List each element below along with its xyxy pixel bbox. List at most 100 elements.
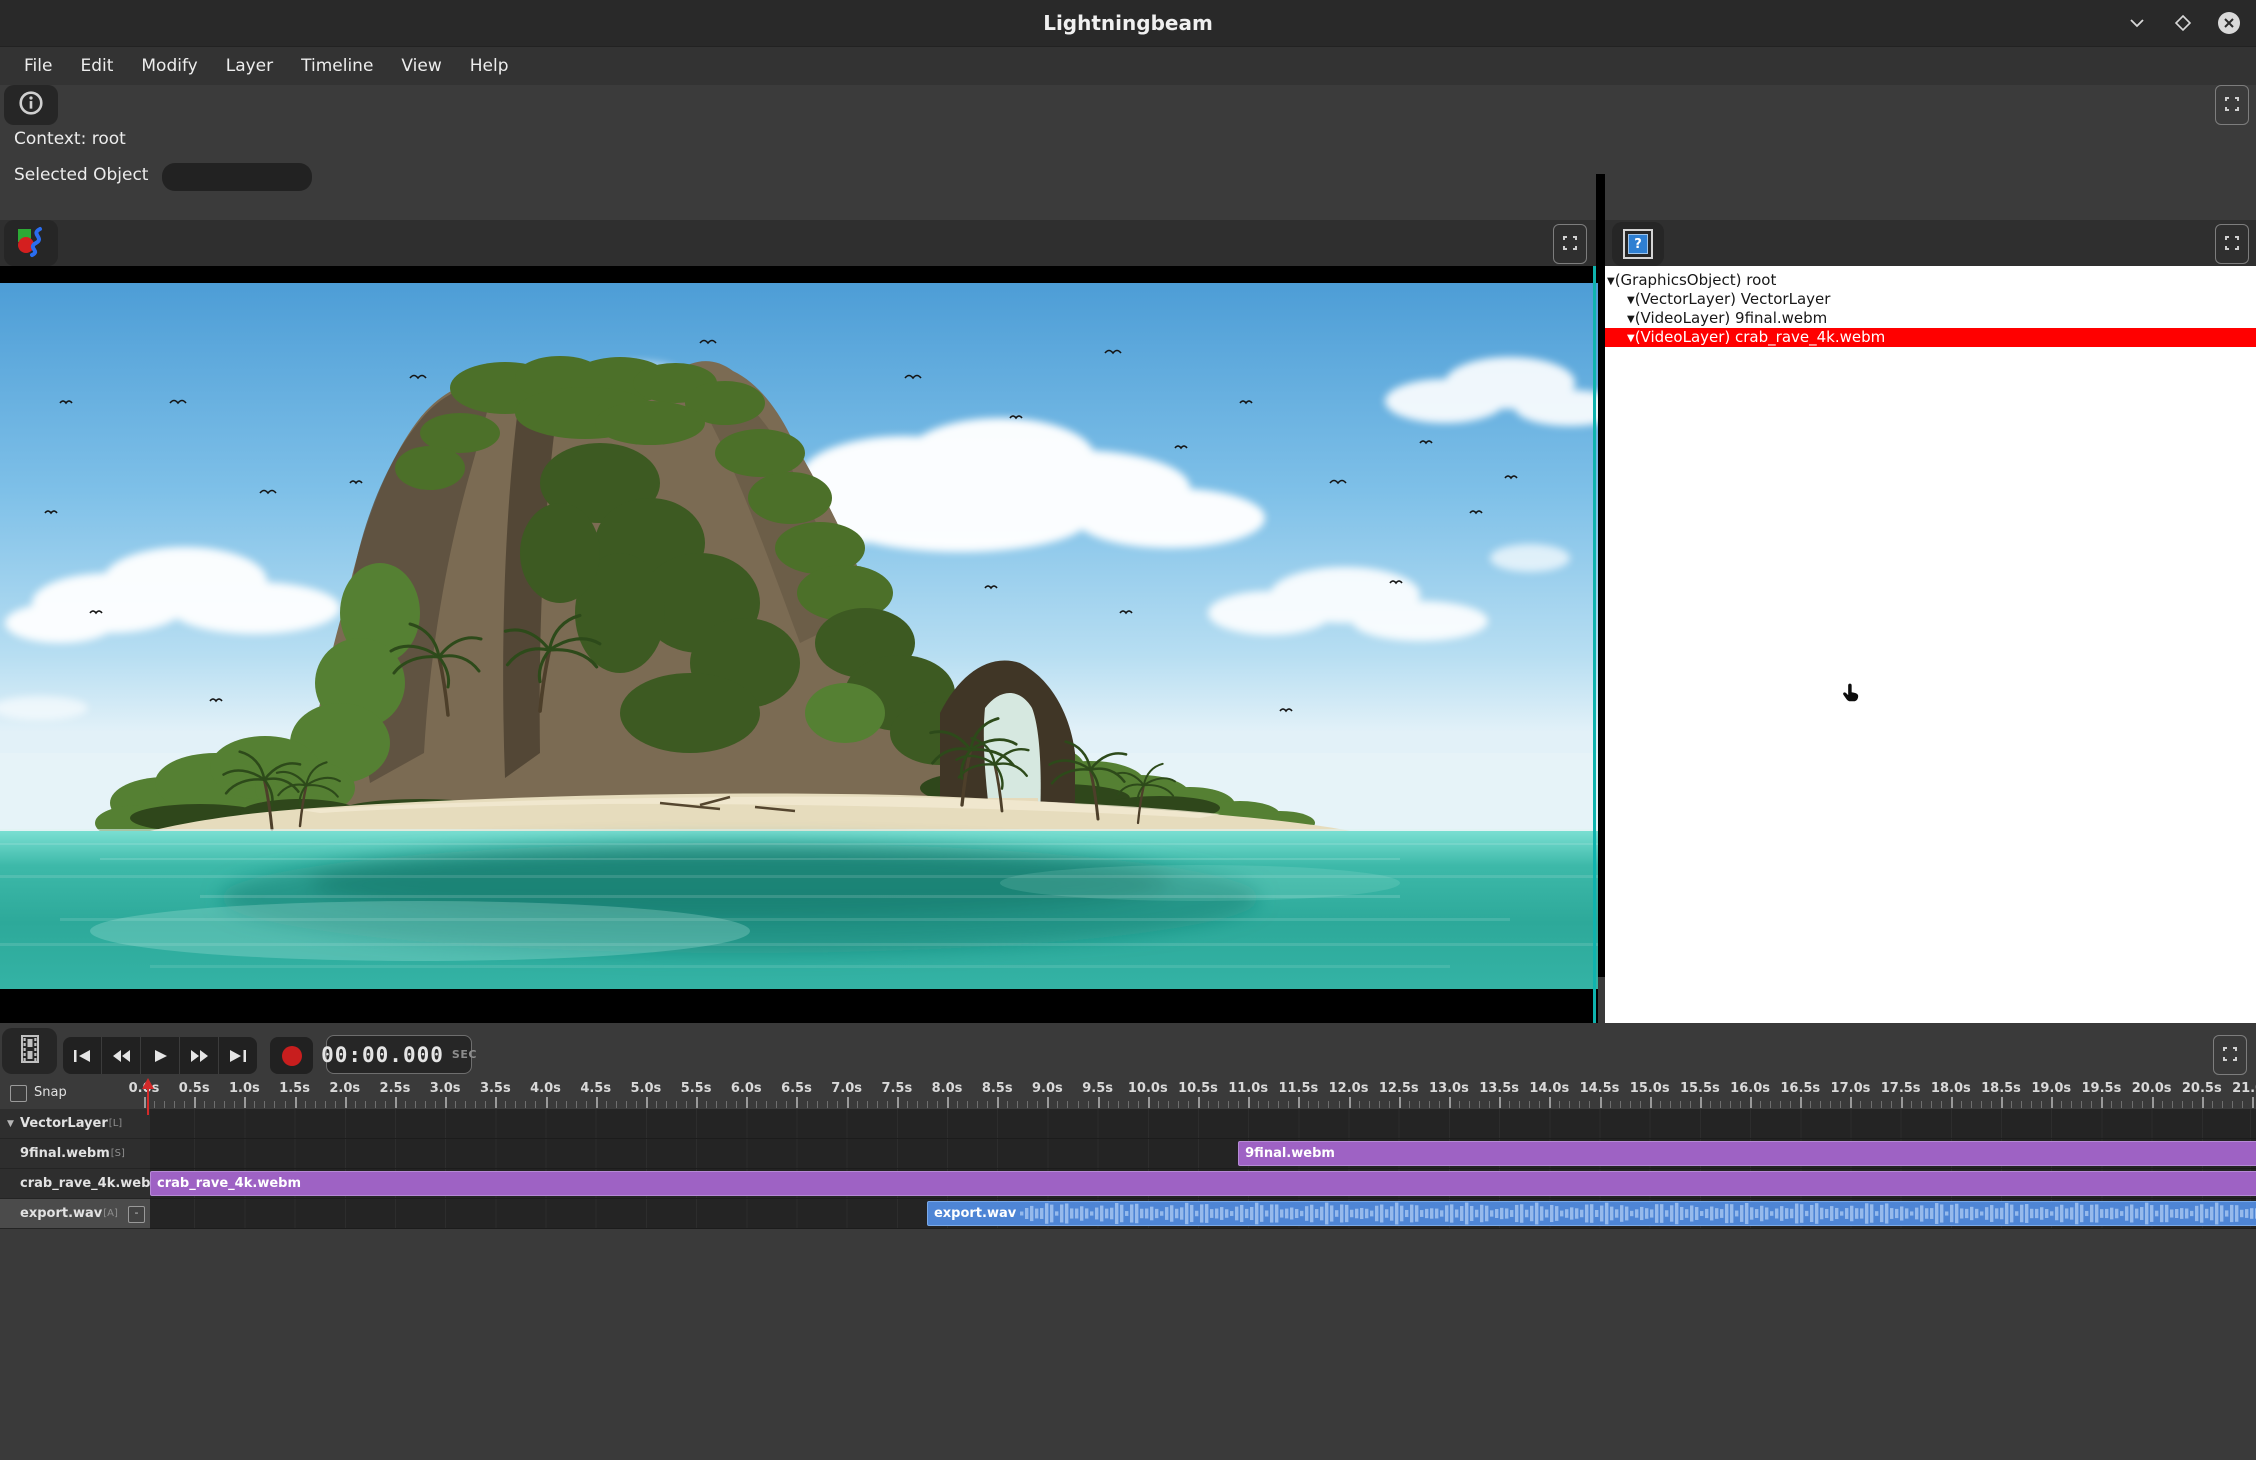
stage-canvas[interactable] <box>0 266 1598 1023</box>
tree-item-0[interactable]: ▼(GraphicsObject) root <box>1605 271 2256 290</box>
ruler-label: 13.5s <box>1479 1081 1519 1096</box>
track-label-9final.webm[interactable]: 9final.webm[S] <box>0 1139 150 1169</box>
ruler-tick <box>2081 1101 2082 1108</box>
ruler-tick <box>234 1101 235 1108</box>
playhead-line <box>147 1087 149 1115</box>
ruler-tick <box>1820 1101 1821 1108</box>
track-label-export.wav[interactable]: export.wav[A]- <box>0 1199 150 1229</box>
ruler-tick <box>1830 1101 1831 1108</box>
ruler-tick <box>1449 1097 1451 1108</box>
ruler-tick <box>616 1101 617 1108</box>
ruler-label: 6.5s <box>781 1081 812 1096</box>
track-type-badge: [S] <box>111 1148 125 1159</box>
ruler-tick <box>1328 1101 1329 1108</box>
ruler-tick <box>1881 1101 1882 1108</box>
menu-bar: FileEditModifyLayerTimelineViewHelp <box>0 47 2256 85</box>
ruler-tick <box>917 1101 918 1108</box>
collapse-triangle-icon[interactable]: ▼ <box>1627 314 1635 325</box>
ruler-tick <box>556 1101 557 1108</box>
ruler-tick <box>1268 1101 1269 1108</box>
ruler-tick <box>1620 1101 1621 1108</box>
ruler-tick <box>515 1101 516 1108</box>
fullscreen-icon <box>1563 236 1577 253</box>
skip-to-start-button[interactable] <box>63 1037 102 1074</box>
library-fullscreen-button[interactable] <box>2215 224 2249 264</box>
stage-tab[interactable] <box>4 220 58 266</box>
ruler-tick <box>154 1101 155 1108</box>
track-label-VectorLayer[interactable]: ▼ VectorLayer[L] <box>0 1109 150 1139</box>
menu-timeline[interactable]: Timeline <box>287 47 387 85</box>
ruler-tick <box>1108 1101 1109 1108</box>
ruler-tick <box>505 1101 506 1108</box>
ruler-tick <box>2051 1097 2053 1108</box>
timeline-fullscreen-button[interactable] <box>2213 1035 2247 1075</box>
clip-crab_rave_4k.webm[interactable]: crab_rave_4k.webm <box>150 1171 2256 1196</box>
selected-object-input[interactable] <box>162 163 312 191</box>
collapse-triangle-icon[interactable]: ▼ <box>1607 276 1615 287</box>
fast-forward-button[interactable] <box>180 1037 219 1074</box>
minimize-icon[interactable] <box>2124 10 2150 36</box>
ruler-tick <box>2222 1101 2223 1108</box>
menu-file[interactable]: File <box>10 47 66 85</box>
ruler-tick <box>184 1101 185 1108</box>
inspector-tab[interactable] <box>4 85 58 125</box>
track-lane-crab_rave_4k.webm[interactable]: crab_rave_4k.webm <box>150 1169 2256 1199</box>
menu-view[interactable]: View <box>387 47 455 85</box>
ruler-tick <box>1027 1101 1028 1108</box>
ruler-tick <box>465 1101 466 1108</box>
tree-item-3[interactable]: ▼(VideoLayer) crab_rave_4k.webm <box>1605 328 2256 347</box>
fullscreen-icon <box>2223 1047 2237 1064</box>
snap-checkbox[interactable] <box>10 1085 27 1102</box>
menu-edit[interactable]: Edit <box>66 47 127 85</box>
ruler-tick <box>325 1101 326 1108</box>
ruler-tick <box>1158 1101 1159 1108</box>
track-lane-export.wav[interactable]: export.wav <box>150 1199 2256 1229</box>
ruler-tick <box>1951 1097 1953 1108</box>
track-name: VectorLayer <box>20 1116 108 1131</box>
ruler-label: 4.5s <box>580 1081 611 1096</box>
ruler-tick <box>1760 1101 1761 1108</box>
skip-to-end-button[interactable] <box>219 1037 257 1074</box>
collapse-triangle-icon[interactable]: ▼ <box>1627 333 1635 344</box>
close-icon[interactable] <box>2216 10 2242 36</box>
ruler-tick <box>2111 1101 2112 1108</box>
rewind-button[interactable] <box>102 1037 141 1074</box>
ruler-tick <box>1670 1101 1671 1108</box>
clip-9final.webm[interactable]: 9final.webm <box>1238 1141 2256 1166</box>
tree-item-2[interactable]: ▼(VideoLayer) 9final.webm <box>1605 309 2256 328</box>
ruler-tick <box>204 1101 205 1108</box>
ruler-tick <box>2212 1101 2213 1108</box>
ruler-tick <box>1690 1101 1691 1108</box>
track-type-badge: [L] <box>109 1118 122 1129</box>
timeline-tab[interactable] <box>2 1028 57 1074</box>
track-collapse-icon[interactable]: ▼ <box>7 1119 14 1129</box>
play-button[interactable] <box>141 1037 180 1074</box>
stage-fullscreen-button[interactable] <box>1553 224 1587 264</box>
tree-item-1[interactable]: ▼(VectorLayer) VectorLayer <box>1605 290 2256 309</box>
ruler-tick <box>987 1101 988 1108</box>
menu-help[interactable]: Help <box>456 47 523 85</box>
maximize-icon[interactable] <box>2170 10 2196 36</box>
timeline-ruler[interactable]: Snap 0.0s0.5s1.0s1.5s2.0s2.5s3.0s3.5s4.0… <box>0 1077 2256 1109</box>
clip-export.wav[interactable]: export.wav <box>927 1201 2256 1226</box>
ruler-tick <box>746 1097 748 1108</box>
track-lane-VectorLayer[interactable] <box>150 1109 2256 1139</box>
inspector-panel: Context: root Selected Object <box>0 85 2256 220</box>
ruler-tick <box>1288 1101 1289 1108</box>
track-lane-9final.webm[interactable]: 9final.webm <box>150 1139 2256 1169</box>
track-row-9final.webm: 9final.webm[S] 9final.webm <box>0 1139 2256 1169</box>
menu-modify[interactable]: Modify <box>127 47 211 85</box>
menu-layer[interactable]: Layer <box>212 47 287 85</box>
track-mute-toggle[interactable]: - <box>128 1206 145 1223</box>
record-button[interactable] <box>270 1037 313 1074</box>
collapse-triangle-icon[interactable]: ▼ <box>1627 295 1635 306</box>
ruler-tick <box>997 1097 999 1108</box>
selected-object-label: Selected Object <box>14 165 148 185</box>
ruler-tick <box>1730 1101 1731 1108</box>
inspector-fullscreen-button[interactable] <box>2215 85 2249 125</box>
library-tab[interactable]: ? <box>1612 222 1664 266</box>
ruler-label: 19.0s <box>2031 1081 2071 1096</box>
ruler-tick <box>1790 1101 1791 1108</box>
ruler-tick <box>274 1101 275 1108</box>
track-label-crab_rave_4k.webm[interactable]: crab_rave_4k.webm[S] <box>0 1169 150 1199</box>
